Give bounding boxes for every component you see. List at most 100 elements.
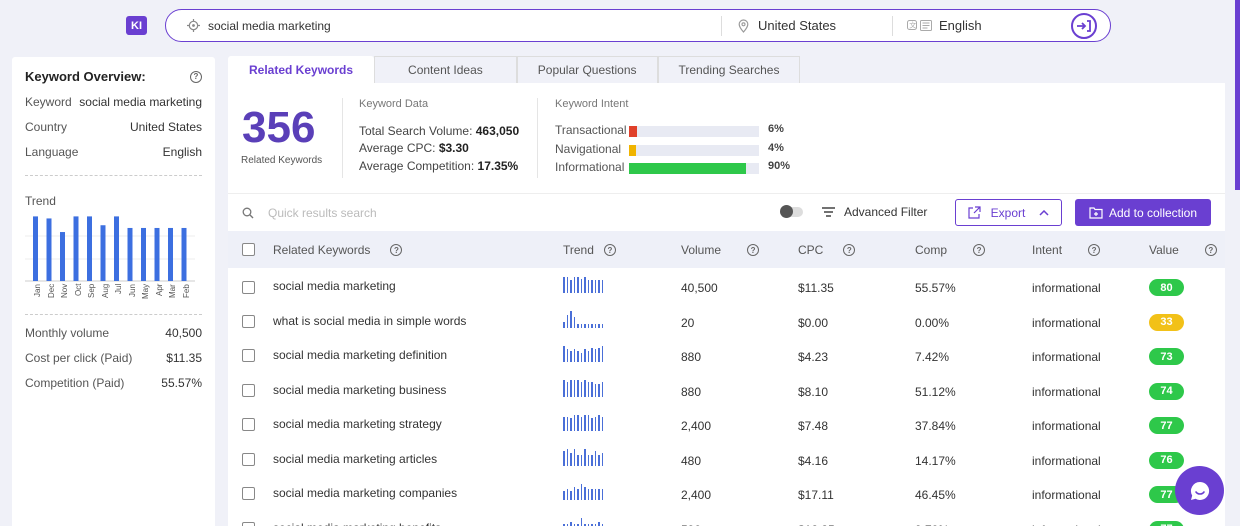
sparkline-bar — [566, 276, 568, 293]
keyword-cell[interactable]: social media marketing — [273, 279, 396, 293]
sparkline-bar — [598, 347, 600, 362]
row-checkbox[interactable] — [242, 487, 255, 500]
trend-sparkline — [563, 515, 603, 526]
sparkline-bar — [577, 454, 579, 466]
overview-country-row: Country United States — [25, 120, 202, 134]
help-icon[interactable]: ? — [190, 70, 202, 83]
sparkline-bar — [570, 280, 572, 293]
help-icon[interactable]: ? — [843, 244, 856, 256]
select-all-checkbox[interactable] — [242, 243, 255, 256]
table-row[interactable]: social media marketing benefits 590 $12.35… — [228, 511, 1225, 526]
sparkline-bar — [573, 276, 575, 293]
sparkline-bar — [570, 418, 572, 431]
tab-related-keywords[interactable]: Related Keywords — [228, 56, 375, 83]
keyword-cell[interactable]: social media marketing companies — [273, 486, 457, 500]
th-trend[interactable]: Trend? — [563, 243, 616, 257]
cpc-cell: $7.48 — [798, 419, 829, 433]
th-comp[interactable]: Comp? — [915, 243, 986, 257]
advanced-filter-label: Advanced Filter — [844, 205, 928, 219]
table-row[interactable]: social media marketing strategy 2,400 $7.4… — [228, 407, 1225, 442]
keyword-cell[interactable]: social media marketing articles — [273, 452, 437, 466]
overview-language-row: Language English — [25, 145, 202, 159]
row-checkbox[interactable] — [242, 314, 255, 328]
table-row[interactable]: social media marketing companies 2,400 $17… — [228, 476, 1225, 511]
help-icon[interactable]: ? — [603, 244, 616, 256]
sparkline-bar — [601, 279, 603, 293]
keyword-cell[interactable]: social media marketing strategy — [273, 417, 442, 431]
country-selector[interactable]: United States — [722, 15, 893, 36]
sparkline-bar — [573, 316, 575, 328]
sparkline-bar — [594, 489, 596, 500]
search-icon — [242, 207, 254, 219]
intent-percent: 90% — [768, 160, 791, 172]
sparkline-bar — [566, 489, 568, 500]
row-checkbox[interactable] — [242, 281, 255, 294]
comp-cell: 46.45% — [915, 488, 956, 502]
keyword-cell[interactable]: what is social media in simple words — [273, 314, 466, 328]
language-selector[interactable]: 文 English — [893, 16, 1063, 36]
sparkline-bar — [591, 418, 593, 431]
trend-month-label: Oct — [73, 284, 83, 297]
advanced-filter-button[interactable]: Advanced Filter — [822, 205, 927, 219]
sparkline-bar — [563, 276, 565, 293]
sparkline-bar — [594, 451, 596, 466]
sparkline-bar — [584, 349, 586, 362]
help-icon[interactable]: ? — [747, 244, 760, 256]
intent-percent: 6% — [768, 123, 784, 135]
avg-cpc-row: Average CPC: $3.30 — [359, 141, 469, 155]
table-row[interactable]: what is social media in simple words 20 $0… — [228, 304, 1225, 339]
sparkline-bar — [580, 323, 582, 328]
tab-content-ideas[interactable]: Content Ideas — [374, 56, 517, 83]
sparkline-bar — [591, 454, 593, 466]
th-value[interactable]: Value? — [1149, 243, 1217, 257]
sparkline-bar — [601, 452, 603, 466]
th-keywords[interactable]: Related Keywords? — [273, 243, 403, 257]
row-checkbox[interactable] — [242, 349, 255, 362]
table-row[interactable]: social media marketing business 880 $8.10 5… — [228, 373, 1225, 408]
row-checkbox[interactable] — [242, 418, 255, 431]
row-checkbox[interactable] — [242, 521, 255, 526]
th-cpc[interactable]: CPC? — [798, 243, 856, 257]
sparkline-bar — [598, 489, 600, 500]
tab-trending-searches[interactable]: Trending Searches — [657, 56, 801, 83]
trend-sparkline — [563, 308, 603, 328]
table-row[interactable]: social media marketing definition 880 $4.2… — [228, 338, 1225, 373]
intent-cell: informational — [1032, 315, 1101, 330]
trend-month-label: Jul — [114, 284, 123, 295]
sparkline-bar — [587, 323, 589, 328]
keyword-field[interactable]: social media marketing — [166, 15, 722, 36]
th-volume[interactable]: Volume? — [681, 243, 760, 257]
th-intent[interactable]: Intent? — [1032, 243, 1101, 257]
help-icon[interactable]: ? — [1088, 244, 1101, 256]
cpc-cell: $11.35 — [798, 281, 834, 295]
trend-month-labels: Jan Dec Nov Oct Sep Aug Jul Jun May Apr Mar Feb — [33, 284, 193, 302]
intent-bar-fill — [629, 126, 637, 137]
chat-bubble-icon — [1190, 481, 1209, 500]
keyword-cell[interactable]: social media marketing benefits — [273, 521, 441, 526]
help-icon[interactable]: ? — [973, 244, 986, 256]
app-logo[interactable]: KI — [126, 16, 147, 35]
monthly-volume-row: Monthly volume 40,500 — [25, 326, 202, 340]
chat-widget-button[interactable] — [1175, 466, 1224, 515]
keyword-cell[interactable]: social media marketing definition — [273, 348, 447, 362]
competition-label: Competition (Paid) — [25, 376, 125, 390]
filter-toggle[interactable] — [780, 205, 803, 218]
divider — [25, 314, 202, 315]
table-row[interactable]: social media marketing 40,500 $11.35 55.57%… — [228, 269, 1225, 304]
quick-search[interactable]: Quick results search — [242, 206, 377, 220]
add-to-collection-button[interactable]: Add to collection — [1075, 199, 1211, 226]
search-submit-button[interactable] — [1071, 12, 1097, 39]
tab-popular-questions[interactable]: Popular Questions — [516, 56, 658, 83]
monthly-volume-label: Monthly volume — [25, 326, 110, 340]
row-checkbox[interactable] — [242, 452, 255, 466]
help-icon[interactable]: ? — [390, 244, 403, 256]
help-icon[interactable]: ? — [1204, 244, 1217, 256]
row-checkbox[interactable] — [242, 383, 255, 397]
sparkline-bar — [594, 383, 596, 397]
trend-bars — [25, 216, 195, 282]
page-scrollbar[interactable] — [1235, 0, 1240, 190]
export-button[interactable]: Export — [955, 199, 1062, 226]
keyword-cell[interactable]: social media marketing business — [273, 383, 446, 397]
table-row[interactable]: social media marketing articles 480 $4.16 1… — [228, 442, 1225, 477]
intent-bar-fill — [629, 163, 746, 174]
